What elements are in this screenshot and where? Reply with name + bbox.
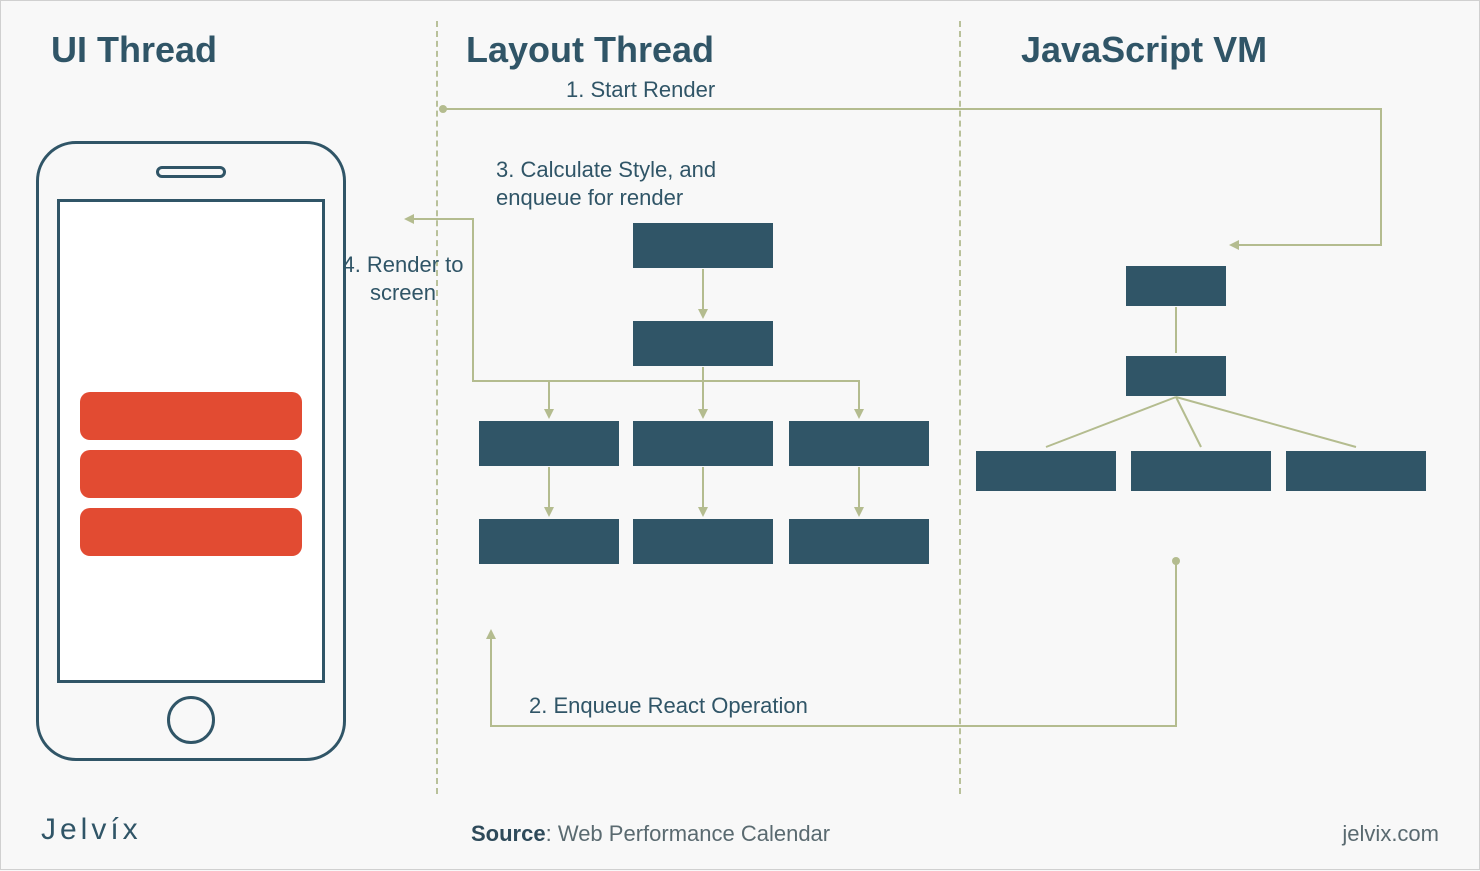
heading-js-vm: JavaScript VM [1021,29,1267,71]
step-4-line2: screen [370,280,436,305]
jsvm-node-level2 [1126,356,1226,396]
step-3-line1: 3. Calculate Style, and [496,157,716,182]
heading-layout-thread: Layout Thread [466,29,714,71]
ui-row-1 [80,392,302,440]
site-link: jelvix.com [1342,821,1439,847]
ui-row-3 [80,508,302,556]
step-3-line2: enqueue for render [496,185,683,210]
home-button-icon [167,696,215,744]
step-4-line1: 4. Render to [342,252,463,277]
layout-node-l3-a [479,421,619,466]
source-credit: Source: Web Performance Calendar [471,821,830,847]
jsvm-node-l3-c [1286,451,1426,491]
divider-layout-jsvm [959,21,961,794]
heading-ui-thread: UI Thread [51,29,217,71]
jsvm-node-l3-b [1131,451,1271,491]
phone-speaker-icon [156,166,226,178]
step-1-label: 1. Start Render [566,76,715,104]
layout-node-l3-b [633,421,773,466]
jsvm-node-l3-a [976,451,1116,491]
layout-node-level2 [633,321,773,366]
layout-node-l4-b [633,519,773,564]
divider-ui-layout [436,21,438,794]
jsvm-node-root [1126,266,1226,306]
layout-node-root [633,223,773,268]
step-4-label: 4. Render to screen [333,251,473,306]
phone-device [36,141,346,761]
layout-node-l3-c [789,421,929,466]
step-3-label: 3. Calculate Style, and enqueue for rend… [496,156,796,211]
step-2-label: 2. Enqueue React Operation [529,692,808,720]
brand-logo: Jelvíx [41,813,142,847]
ui-row-2 [80,450,302,498]
source-label: Source [471,821,546,846]
source-value: Web Performance Calendar [558,821,830,846]
layout-node-l4-a [479,519,619,564]
layout-node-l4-c [789,519,929,564]
phone-screen [57,199,325,683]
